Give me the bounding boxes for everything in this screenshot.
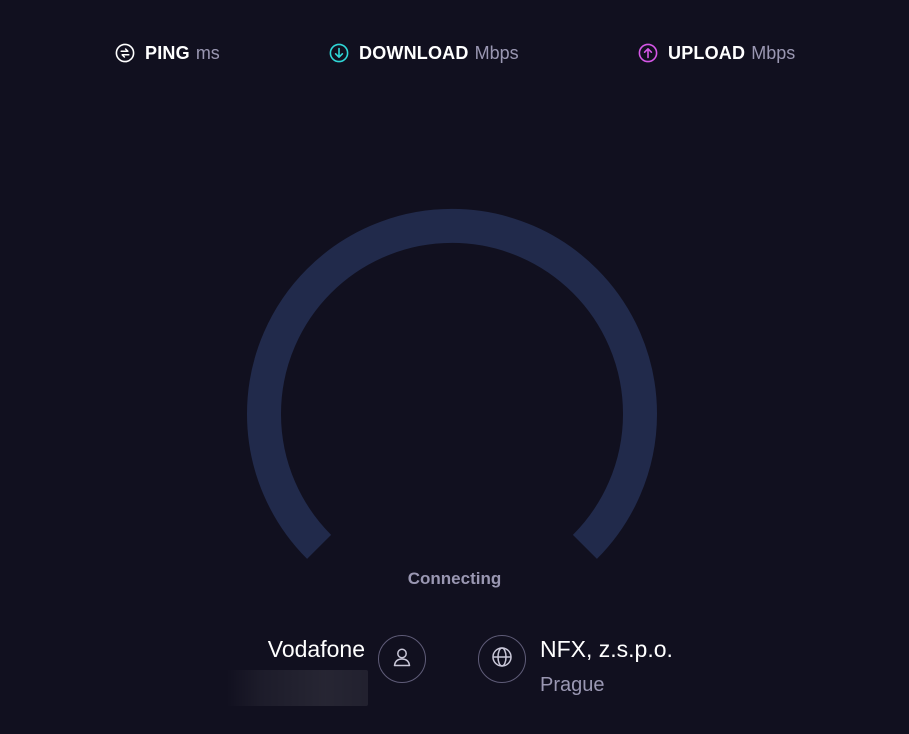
ping-icon [115, 43, 135, 63]
speedtest-page: PING ms DOWNLOAD Mbps UPLOAD Mbps Connec… [0, 0, 909, 734]
server-name[interactable]: NFX, z.s.p.o. [540, 636, 673, 663]
upload-unit: Mbps [751, 42, 796, 63]
upload-arrow-icon [638, 43, 658, 63]
ping-unit: ms [195, 42, 220, 63]
download-unit: Mbps [474, 42, 519, 63]
connection-status: Connecting [407, 569, 502, 588]
download-arrow-icon [329, 43, 349, 63]
download-label: DOWNLOAD [359, 42, 469, 63]
upload-metric: UPLOAD Mbps [638, 40, 795, 66]
ip-address-redacted [226, 670, 368, 706]
upload-label: UPLOAD [668, 42, 746, 63]
server-button[interactable] [478, 635, 526, 683]
speed-gauge [247, 208, 657, 559]
ping-label: PING [145, 42, 190, 63]
server-location: Prague [540, 674, 605, 696]
globe-icon [490, 645, 514, 674]
ping-metric: PING ms [115, 40, 220, 66]
user-button[interactable] [378, 635, 426, 683]
isp-name: Vodafone [267, 636, 365, 662]
user-icon [390, 645, 414, 674]
download-metric: DOWNLOAD Mbps [329, 40, 519, 66]
gauge-track [247, 208, 657, 559]
